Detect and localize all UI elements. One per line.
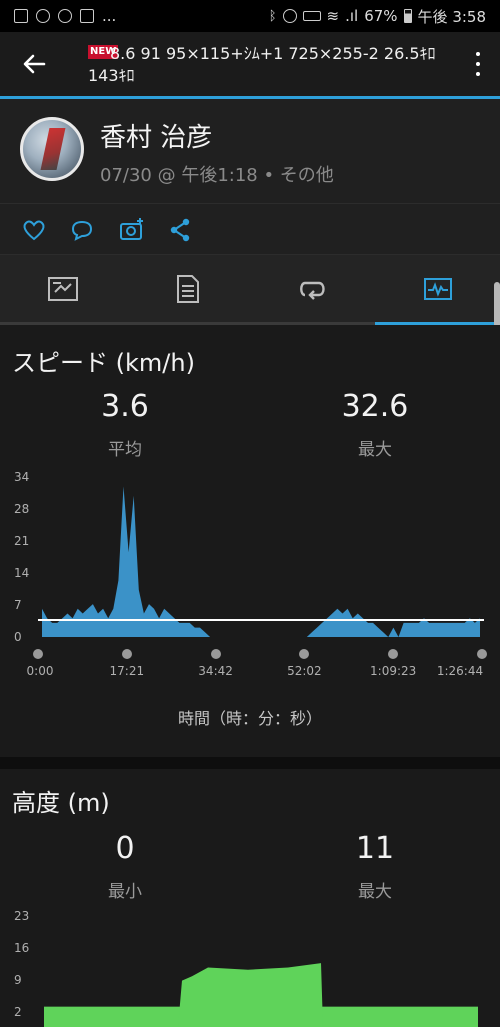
- comment-button[interactable]: [68, 216, 96, 244]
- y-tick-label: 23: [14, 909, 30, 923]
- x-tick-dot: [299, 649, 310, 659]
- arrow-left-icon: [23, 54, 46, 74]
- x-tick-label: 52:02: [287, 664, 322, 678]
- elevation-card: 高度 (m) 0 最小 11 最大 23 16 9 2: [0, 769, 500, 1027]
- battery-icon: [403, 9, 412, 23]
- activity-meta: 07/30 @ 午後1:18 • その他: [100, 165, 334, 186]
- speed-area: [42, 486, 480, 637]
- alarm-icon: [282, 9, 297, 23]
- x-tick-label: 17:21: [109, 664, 145, 678]
- heart-icon: [23, 220, 45, 241]
- avg-speed-label: 平均: [108, 440, 142, 460]
- more-menu-button[interactable]: [474, 52, 482, 76]
- x-tick-dot: [33, 649, 43, 659]
- tab-laps[interactable]: [250, 255, 375, 322]
- messenger-icon: [36, 9, 50, 23]
- mail-icon: [80, 9, 94, 23]
- add-photo-icon: [120, 218, 143, 240]
- more-vert-icon: [476, 52, 480, 56]
- tab-map[interactable]: [0, 255, 125, 322]
- laps-icon: [299, 281, 325, 300]
- status-bar: ... ᛒ ≋ .ıl 67% 午後 3:58: [0, 0, 500, 32]
- tab-details[interactable]: [125, 255, 250, 322]
- y-tick-label: 16: [14, 941, 30, 955]
- sync-icon: [58, 9, 72, 23]
- x-axis-title: 時間（時：分：秒）: [177, 709, 322, 728]
- speed-card: スピード (km/h) 3.6 平均 32.6 最大 34 28 21 14 7 0 0:…: [0, 325, 500, 757]
- signal-icon: .ıl: [345, 7, 359, 25]
- elevation-chart[interactable]: [38, 909, 484, 1027]
- wifi-icon: ≋: [326, 7, 340, 25]
- x-tick-dot: [210, 649, 221, 659]
- max-speed-value: 32.6: [341, 389, 409, 424]
- chart-icon: [423, 277, 452, 300]
- status-time: 午後 3:58: [417, 7, 486, 26]
- status-more: ...: [102, 7, 117, 25]
- tab-bar: [0, 255, 500, 326]
- profile-header: 香村 治彦 07/30 @ 午後1:18 • その他: [0, 99, 500, 203]
- y-tick-label: 9: [14, 973, 22, 987]
- volte-icon: [302, 11, 321, 21]
- elevation-title: 高度 (m): [12, 789, 110, 817]
- y-tick-label: 7: [14, 598, 22, 612]
- comment-icon: [71, 220, 93, 241]
- y-tick-label: 28: [14, 502, 30, 516]
- x-tick-dot: [477, 649, 487, 659]
- min-elevation-label: 最小: [108, 882, 142, 902]
- y-tick-label: 2: [14, 1005, 22, 1019]
- like-button[interactable]: [20, 216, 48, 244]
- x-tick-label: 1:26:44: [436, 664, 484, 678]
- gallery-icon: [14, 9, 28, 23]
- avg-speed-value: 3.6: [101, 389, 149, 424]
- x-tick-label: 0:00: [26, 664, 54, 678]
- y-tick-label: 0: [14, 630, 22, 644]
- speed-title: スピード (km/h): [12, 349, 195, 377]
- activity-title: 8.6 91 95×115+ｼﾑ+1 725×255-2 26.5ｷﾛ 143ｷ…: [88, 44, 436, 85]
- max-elevation-value: 11: [355, 831, 395, 866]
- max-elevation-label: 最大: [358, 882, 392, 902]
- add-photo-button[interactable]: [118, 216, 146, 244]
- speed-chart[interactable]: [38, 475, 484, 645]
- share-button[interactable]: [166, 216, 194, 244]
- max-speed-label: 最大: [358, 440, 392, 460]
- avatar[interactable]: [20, 117, 84, 181]
- y-tick-label: 21: [14, 534, 30, 548]
- details-icon: [176, 274, 199, 303]
- x-tick-dot: [388, 649, 399, 659]
- action-bar: [0, 203, 500, 255]
- elevation-area: [178, 963, 323, 1027]
- x-tick-label: 34:42: [198, 664, 233, 678]
- battery-percent: 67%: [364, 7, 398, 25]
- back-button[interactable]: [18, 48, 50, 80]
- y-tick-label: 34: [14, 470, 30, 484]
- x-tick-dot: [121, 649, 132, 659]
- map-icon: [47, 276, 78, 301]
- bluetooth-icon: ᛒ: [268, 8, 277, 24]
- tab-charts[interactable]: [375, 255, 500, 322]
- share-icon: [170, 218, 190, 242]
- user-name[interactable]: 香村 治彦: [100, 117, 212, 154]
- y-tick-label: 14: [14, 566, 30, 580]
- card-divider: [0, 757, 500, 769]
- min-elevation-value: 0: [115, 831, 135, 866]
